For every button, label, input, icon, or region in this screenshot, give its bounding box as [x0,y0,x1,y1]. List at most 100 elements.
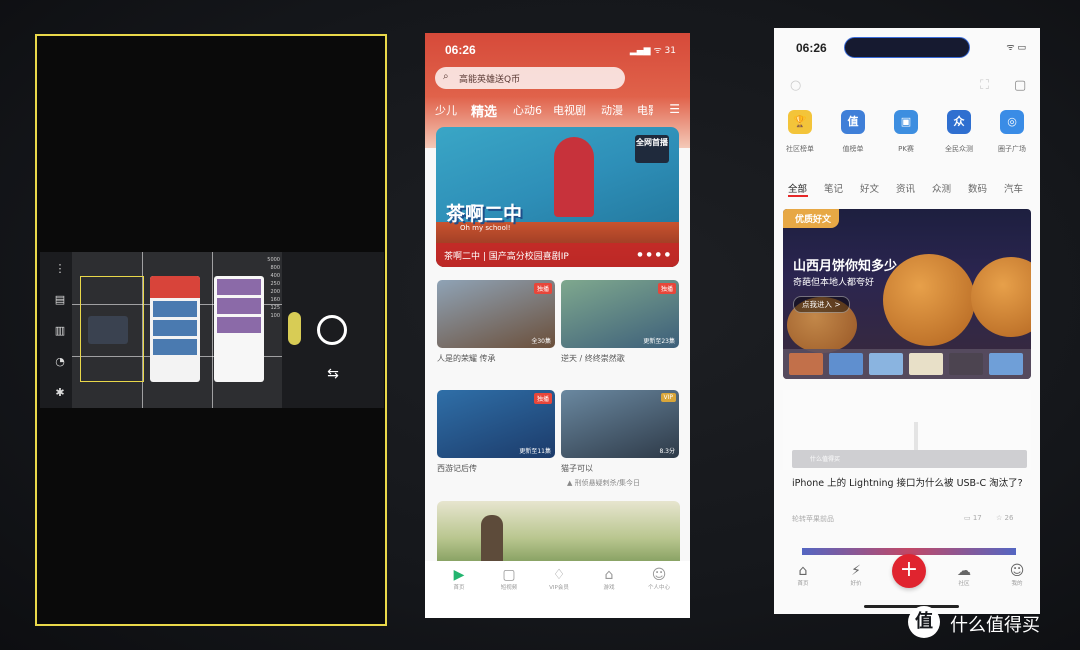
nav-deals[interactable]: ⚡ 好价 [836,563,876,587]
quick-link-pk[interactable]: ▣ PK赛 [883,110,929,154]
tab-featured[interactable]: 精选 [471,101,497,120]
thumbnail[interactable] [989,353,1023,375]
message-icon[interactable]: ▢ [1014,78,1026,93]
enter-button[interactable]: 点我进入 > [793,296,850,313]
featured-banner[interactable]: 优质好文 山西月饼你知多少 奇葩但本地人都夸好 点我进入 > [783,209,1031,379]
preview-phone-2 [150,276,200,382]
nav-label: 首页 [797,581,809,587]
nav-home[interactable]: ⌂ 首页 [783,563,823,587]
quick-link-community-rank[interactable]: 🏆 社区榜单 [777,110,823,154]
card-score: 8.3分 [659,448,675,455]
content-tabs: 全部 笔记 好文 资讯 众测 数码 汽车 [788,181,1033,197]
thumbnail[interactable] [909,353,943,375]
card-title[interactable]: 西游记后传 [437,463,477,474]
scan-icon[interactable]: ⛶ [980,78,989,93]
card-subtitle: ▲ 刑侦悬疑刺杀/集今日 [567,479,640,487]
nav-shorts[interactable]: ▢ 短视频 [489,567,529,591]
card-title[interactable]: 人是的荣耀 传承 [437,353,496,364]
shutter-button[interactable] [317,315,347,345]
channel-menu-icon[interactable]: ☰ [669,102,680,116]
nav-community[interactable]: ☁ 社区 [944,563,984,587]
nav-home[interactable]: ▶ 首页 [439,567,479,591]
home-icon: ⌂ [798,563,808,579]
ruler-label: 160 [270,297,280,303]
video-card-3[interactable]: 独播 更新至11集 [437,390,555,458]
nav-games[interactable]: ⌂ 游戏 [589,567,629,591]
article-author[interactable]: 轮转苹果前品 [792,514,834,524]
article-image-band: 什么值得买 [792,450,1027,468]
publish-button[interactable]: + [892,554,926,588]
quick-link-value-rank[interactable]: 值 值榜单 [830,110,876,154]
timer-icon[interactable]: ◔ [53,355,67,369]
tab-tv[interactable]: 电视剧 [553,102,586,118]
nav-label: 短视频 [500,585,518,591]
card-episodes: 全30集 [531,338,551,345]
article-title[interactable]: iPhone 上的 Lightning 接口为什么被 USB-C 淘汰了? [792,476,1028,491]
tab-all[interactable]: 全部 [788,181,807,195]
carousel-dots: ● ● ● ● [637,251,671,258]
card-title[interactable]: 逆天 / 终终崇然歌 [561,353,625,364]
trophy-icon: 🏆 [788,110,812,134]
tab-articles[interactable]: 好文 [860,181,879,195]
article-image[interactable]: 什么值得买 [783,390,1031,470]
thumbnail[interactable] [789,353,823,375]
boxing-glove-icon: ▣ [894,110,918,134]
card-badge: 独播 [657,283,676,294]
search-input[interactable]: ⌕ 高能英雄送Q币 [435,67,625,89]
tab-auto[interactable]: 汽车 [1004,181,1023,195]
dynamic-island [844,37,970,58]
status-icons: ᯤ ▭ [1006,43,1026,53]
tab-notes[interactable]: 笔记 [824,181,843,195]
battery-level: 31 [664,46,676,56]
watermark-label: 什么值得买 [810,456,841,463]
tab-news[interactable]: 资讯 [896,181,915,195]
ruler-label: 250 [270,281,280,287]
nav-mine[interactable]: ☺ 我的 [997,563,1037,587]
vip-icon: ♢ [552,567,566,583]
shorts-icon: ▢ [502,567,516,583]
testing-icon: 众 [947,110,971,134]
banner-title-en: Oh my school! [460,224,511,232]
community-icon: ☁ [957,563,971,579]
tab-movie[interactable]: 电影 [637,102,653,118]
nav-profile[interactable]: ☺ 个人中心 [639,567,679,591]
video-card-1[interactable]: 独播 全30集 [437,280,555,348]
video-card-5[interactable] [437,501,680,563]
quick-link-circles[interactable]: ◎ 圈子广场 [989,110,1035,154]
zoom-toggle[interactable] [288,312,301,345]
ruler-label: 200 [270,289,280,295]
more-icon[interactable]: ⋮ [53,262,67,276]
profile-icon: ☺ [651,567,667,583]
clock: 06:26 [796,41,827,55]
tab-heartbeat[interactable]: 心动6 [513,102,542,118]
switch-camera-icon[interactable]: ⇆ [321,366,345,388]
tab-testing[interactable]: 众测 [932,181,951,195]
thumbnail[interactable] [949,353,983,375]
card-episodes: 更新至11集 [519,448,551,455]
card-thumbnail [481,515,503,563]
nav-label: 首页 [453,585,465,591]
nav-vip[interactable]: ♢ VIP会员 [539,567,579,591]
ruler-label: 800 [270,265,280,271]
thumbnail[interactable] [829,353,863,375]
ruler-label: 100 [270,313,280,319]
like-count: ☆ 26 [996,514,1014,522]
tab-kids[interactable]: 少儿 [435,102,457,118]
gallery-icon[interactable]: ▤ [53,293,67,307]
card-title[interactable]: 猫子可以 [561,463,593,474]
quick-link-label: 圈子广场 [998,145,1026,153]
ruler-label: 400 [270,273,280,279]
hero-banner[interactable]: 全网首播 茶啊二中 Oh my school! 茶啊二中 | 国产高分校园喜剧I… [436,127,679,267]
quick-link-label: PK赛 [898,145,914,153]
quick-link-testing[interactable]: 众 全民众测 [936,110,982,154]
thumbnail[interactable] [869,353,903,375]
tab-digital[interactable]: 数码 [968,181,987,195]
video-card-2[interactable]: 独播 更新至23集 [561,280,679,348]
settings-icon[interactable]: ✱ [53,386,67,400]
card-episodes: 更新至23集 [643,338,675,345]
nav-label: VIP会员 [549,585,569,591]
tab-anime[interactable]: 动漫 [601,102,623,118]
search-icon[interactable]: ○ [790,78,801,93]
layout-icon[interactable]: ▥ [53,324,67,338]
video-card-4[interactable]: VIP 8.3分 [561,390,679,458]
